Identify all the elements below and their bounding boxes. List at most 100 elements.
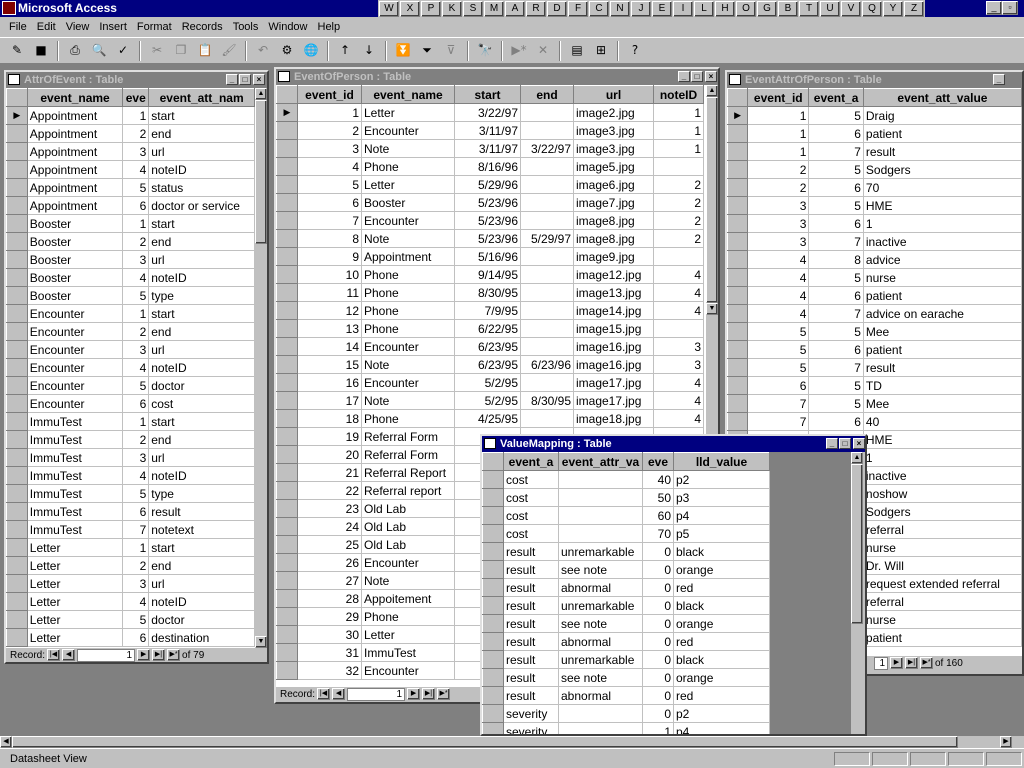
table-cell[interactable]: 2 [297, 121, 362, 140]
column-header[interactable]: event_id [297, 85, 362, 104]
table-cell[interactable]: 1 [122, 538, 150, 557]
table-row[interactable]: Letter 6 destination [6, 628, 255, 647]
table-cell[interactable] [520, 319, 574, 338]
table-cell[interactable]: severity [503, 722, 559, 734]
row-selector[interactable] [6, 466, 28, 485]
table-row[interactable]: 8 Note 5/23/96 5/29/97 image8.jpg 2 [276, 229, 704, 248]
table-row[interactable]: 5 Letter 5/29/96 image6.jpg 2 [276, 175, 704, 194]
table-cell[interactable]: Phone [361, 409, 455, 428]
table-cell[interactable]: Appointment [26, 124, 124, 143]
table-cell[interactable]: doctor [148, 376, 255, 395]
table-cell[interactable] [558, 488, 643, 507]
table-cell[interactable]: destination [148, 628, 255, 647]
row-selector[interactable] [482, 578, 504, 597]
table-cell[interactable]: noteID [148, 160, 255, 179]
table-cell[interactable]: cost [503, 488, 559, 507]
table-row[interactable]: Booster 5 type [6, 286, 255, 305]
row-selector[interactable] [727, 250, 749, 269]
close-icon[interactable]: × [253, 74, 265, 85]
table-cell[interactable]: 6 [808, 124, 864, 143]
row-selector[interactable] [276, 409, 298, 428]
table-row[interactable]: result unremarkable 0 black [482, 596, 770, 615]
table-cell[interactable]: end [148, 556, 255, 575]
row-selector[interactable] [6, 286, 28, 305]
office-app-icon[interactable]: M [484, 1, 504, 17]
table-row[interactable]: 16 Encounter 5/2/95 image17.jpg 4 [276, 373, 704, 392]
table-cell[interactable]: 5 [122, 178, 150, 197]
row-selector[interactable] [6, 304, 28, 323]
table-cell[interactable] [558, 524, 643, 543]
table-cell[interactable]: 70 [642, 524, 674, 543]
row-selector[interactable] [482, 488, 504, 507]
table-cell[interactable]: Note [361, 391, 455, 410]
row-selector-header[interactable] [6, 88, 28, 107]
table-cell[interactable]: 60 [642, 506, 674, 525]
table-cell[interactable]: Mee [862, 394, 1022, 413]
menu-insert[interactable]: Insert [94, 21, 132, 33]
table-row[interactable]: 361 [727, 214, 1022, 233]
save-icon[interactable]: ■ [30, 40, 52, 62]
table-cell[interactable]: 3 [747, 214, 810, 233]
column-header[interactable]: event_a [808, 88, 864, 107]
table-cell[interactable]: result [503, 578, 559, 597]
table-cell[interactable]: red [673, 686, 770, 705]
table-row[interactable]: Booster 4 noteID [6, 268, 255, 287]
table-cell[interactable]: 5/16/96 [454, 247, 521, 266]
table-cell[interactable]: result [503, 614, 559, 633]
table-cell[interactable]: Old Lab [361, 517, 455, 536]
table-cell[interactable]: 4 [653, 301, 704, 320]
table-cell[interactable]: Encounter [26, 358, 124, 377]
table-cell[interactable]: image18.jpg [573, 409, 654, 428]
row-selector[interactable] [276, 157, 298, 176]
table-cell[interactable]: 0 [642, 578, 674, 597]
table-cell[interactable]: Phone [361, 607, 455, 626]
table-cell[interactable]: referral [862, 520, 1022, 539]
table-cell[interactable]: result [503, 560, 559, 579]
row-selector[interactable] [276, 319, 298, 338]
table-cell[interactable]: 5 [808, 160, 864, 179]
table-cell[interactable]: p5 [673, 524, 770, 543]
table-row[interactable]: Appointment 3 url [6, 142, 255, 161]
table-cell[interactable]: start [148, 538, 255, 557]
table-cell[interactable]: Note [361, 571, 455, 590]
table-cell[interactable]: 1 [653, 121, 704, 140]
table-row[interactable]: Encounter 3 url [6, 340, 255, 359]
column-header[interactable]: event_id [747, 88, 810, 107]
table-cell[interactable]: ImmuTest [26, 430, 124, 449]
table-cell[interactable]: doctor [148, 610, 255, 629]
table-cell[interactable]: red [673, 578, 770, 597]
table-cell[interactable]: Note [361, 139, 455, 158]
table-row[interactable]: 11 Phone 8/30/95 image13.jpg 4 [276, 283, 704, 302]
menu-format[interactable]: Format [132, 21, 177, 33]
maximize-icon[interactable]: □ [839, 438, 851, 449]
table-cell[interactable]: nurse [862, 268, 1022, 287]
delete-record-icon[interactable]: ✕ [532, 40, 554, 62]
table-cell[interactable]: 0 [642, 542, 674, 561]
row-selector[interactable] [727, 124, 749, 143]
table-cell[interactable]: image6.jpg [573, 175, 654, 194]
table-cell[interactable]: doctor or service [148, 196, 255, 215]
table-cell[interactable]: 0 [642, 686, 674, 705]
design-view-icon[interactable]: ✎ [6, 40, 28, 62]
table-cell[interactable]: result [862, 358, 1022, 377]
table-cell[interactable]: 7/9/95 [454, 301, 521, 320]
row-selector[interactable] [482, 722, 504, 734]
table-cell[interactable]: start [148, 412, 255, 431]
table-cell[interactable]: 7 [808, 358, 864, 377]
table-cell[interactable]: image8.jpg [573, 211, 654, 230]
next-record-icon[interactable]: ▶ [137, 649, 151, 661]
table-cell[interactable]: inactive [862, 232, 1022, 251]
table-row[interactable]: Letter 2 end [6, 556, 255, 575]
table-row[interactable]: Encounter 5 doctor [6, 376, 255, 395]
table-cell[interactable] [520, 337, 574, 356]
table-cell[interactable]: 4/25/95 [454, 409, 521, 428]
row-selector[interactable] [727, 196, 749, 215]
table-cell[interactable]: Phone [361, 157, 455, 176]
table-cell[interactable]: 11 [297, 283, 362, 302]
table-cell[interactable]: 50 [642, 488, 674, 507]
table-cell[interactable]: 4 [122, 592, 150, 611]
table-cell[interactable]: abnormal [558, 686, 643, 705]
table-cell[interactable]: p2 [673, 704, 770, 723]
table-row[interactable]: cost 40 p2 [482, 470, 770, 489]
table-row[interactable]: 5 5 Mee [727, 322, 1022, 341]
